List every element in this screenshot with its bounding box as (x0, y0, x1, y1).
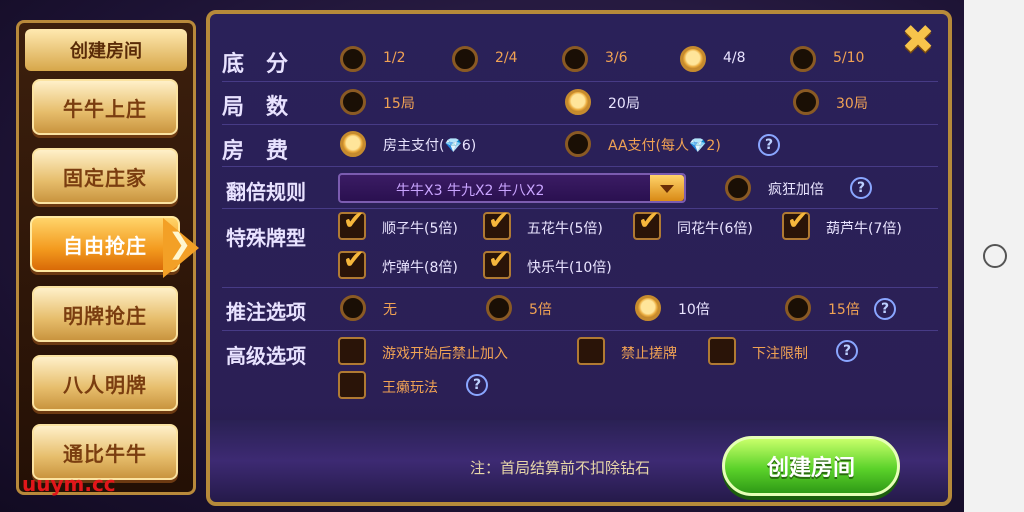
checkbox-five-flower[interactable]: ✔ (483, 206, 511, 240)
radio-fee-aa[interactable] (565, 131, 591, 157)
option-label: 疯狂加倍 (768, 182, 824, 198)
divider (222, 287, 938, 288)
option-label: 4/8 (723, 50, 746, 66)
radio-fee-owner[interactable] (340, 131, 366, 157)
option-label: 禁止搓牌 (621, 346, 677, 362)
checkbox-straight[interactable]: ✔ (338, 206, 366, 240)
option-label: 5/10 (833, 50, 865, 66)
radio-push-10x[interactable] (635, 295, 661, 321)
checkbox-no-rub-cards[interactable] (577, 337, 605, 365)
mode-open-grab-button[interactable]: 明牌抢庄 (32, 286, 178, 342)
checkbox-bet-limit[interactable] (708, 337, 736, 365)
radio-base-3-6[interactable] (562, 46, 588, 72)
option-label: 游戏开始后禁止加入 (382, 346, 508, 362)
radio-crazy-double[interactable] (725, 175, 751, 201)
chevron-down-icon[interactable] (650, 175, 684, 201)
option-label: 无 (383, 302, 397, 318)
help-icon[interactable]: ? (758, 134, 780, 156)
advanced-label: 高级选项 (226, 344, 306, 368)
mode-eight-open-button[interactable]: 八人明牌 (32, 355, 178, 411)
radio-push-15x[interactable] (785, 295, 811, 321)
option-label: 15倍 (828, 302, 860, 318)
radio-push-5x[interactable] (486, 295, 512, 321)
divider (222, 166, 938, 167)
option-label: 20局 (608, 96, 640, 112)
special-hands-label: 特殊牌型 (226, 226, 306, 250)
dropdown-value: 牛牛X3 牛九X2 牛八X2 (396, 183, 545, 199)
option-label: AA支付(每人💎2) (608, 138, 721, 154)
base-score-label: 底 分 (222, 52, 289, 77)
option-label: 2/4 (495, 50, 518, 66)
radio-push-none[interactable] (340, 295, 366, 321)
radio-rounds-20[interactable] (565, 89, 591, 115)
option-label: 炸弹牛(8倍) (382, 260, 458, 276)
help-icon[interactable]: ? (836, 340, 858, 362)
sidebar-header: 创建房间 (25, 29, 187, 71)
option-label: 10倍 (678, 302, 710, 318)
help-icon[interactable]: ? (850, 177, 872, 199)
watermark: uuym.cc (22, 472, 116, 496)
chevron-right-icon: ❯ (168, 227, 192, 260)
mode-niuniu-banker-button[interactable]: 牛牛上庄 (32, 79, 178, 135)
option-label: 葫芦牛(7倍) (826, 221, 902, 237)
multiplier-dropdown[interactable]: 牛牛X3 牛九X2 牛八X2 (338, 173, 686, 203)
option-label: 1/2 (383, 50, 406, 66)
close-icon[interactable]: ✖ (898, 20, 938, 60)
divider (222, 124, 938, 125)
radio-rounds-30[interactable] (793, 89, 819, 115)
divider (222, 81, 938, 82)
checkbox-bomb[interactable]: ✔ (338, 245, 366, 279)
footer-note: 注：首局结算前不扣除钻石 (470, 459, 651, 477)
create-room-button[interactable]: 创建房间 (722, 436, 900, 496)
option-label: 同花牛(6倍) (677, 221, 753, 237)
option-label: 30局 (836, 96, 868, 112)
divider (222, 208, 938, 209)
checkbox-full-house[interactable]: ✔ (782, 206, 810, 240)
radio-base-5-10[interactable] (790, 46, 816, 72)
option-label: 顺子牛(5倍) (382, 221, 458, 237)
radio-base-1-2[interactable] (340, 46, 366, 72)
multiplier-label: 翻倍规则 (226, 180, 306, 204)
option-label: 五花牛(5倍) (527, 221, 603, 237)
checkbox-flush[interactable]: ✔ (633, 206, 661, 240)
home-button[interactable] (983, 244, 1007, 268)
radio-rounds-15[interactable] (340, 89, 366, 115)
mode-free-grab-button[interactable]: 自由抢庄 (30, 216, 180, 272)
checkbox-happy[interactable]: ✔ (483, 245, 511, 279)
radio-base-2-4[interactable] (452, 46, 478, 72)
help-icon[interactable]: ? (466, 374, 488, 396)
option-label: 快乐牛(10倍) (527, 260, 612, 276)
help-icon[interactable]: ? (874, 298, 896, 320)
divider (222, 330, 938, 331)
mode-fixed-banker-button[interactable]: 固定庄家 (32, 148, 178, 204)
option-label: 3/6 (605, 50, 628, 66)
checkbox-wild-joker[interactable] (338, 371, 366, 399)
option-label: 房主支付(💎6) (383, 138, 477, 154)
rounds-label: 局 数 (222, 95, 289, 120)
option-label: 15局 (383, 96, 415, 112)
option-label: 下注限制 (752, 346, 808, 362)
room-fee-label: 房 费 (222, 139, 289, 164)
option-label: 5倍 (529, 302, 552, 318)
checkbox-no-join-after-start[interactable] (338, 337, 366, 365)
radio-base-4-8[interactable] (680, 46, 706, 72)
option-label: 王癞玩法 (382, 380, 438, 396)
push-bet-label: 推注选项 (226, 300, 306, 324)
